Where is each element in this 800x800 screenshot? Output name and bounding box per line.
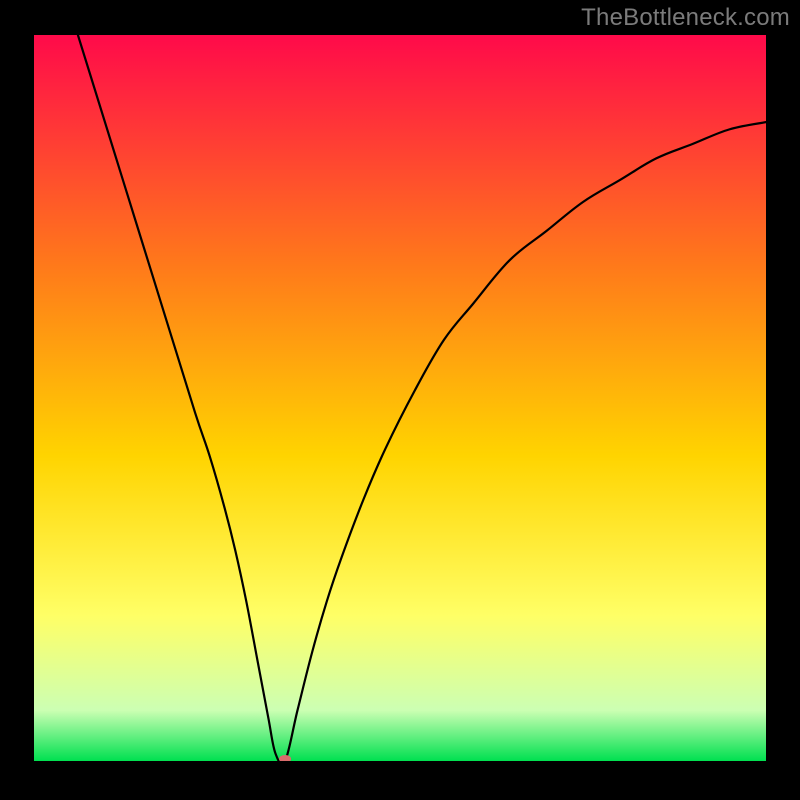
outer-frame: TheBottleneck.com [0, 0, 800, 800]
watermark-text: TheBottleneck.com [581, 4, 790, 32]
chart-svg [34, 35, 766, 761]
gradient-background [34, 35, 766, 761]
plot-area [34, 35, 766, 761]
